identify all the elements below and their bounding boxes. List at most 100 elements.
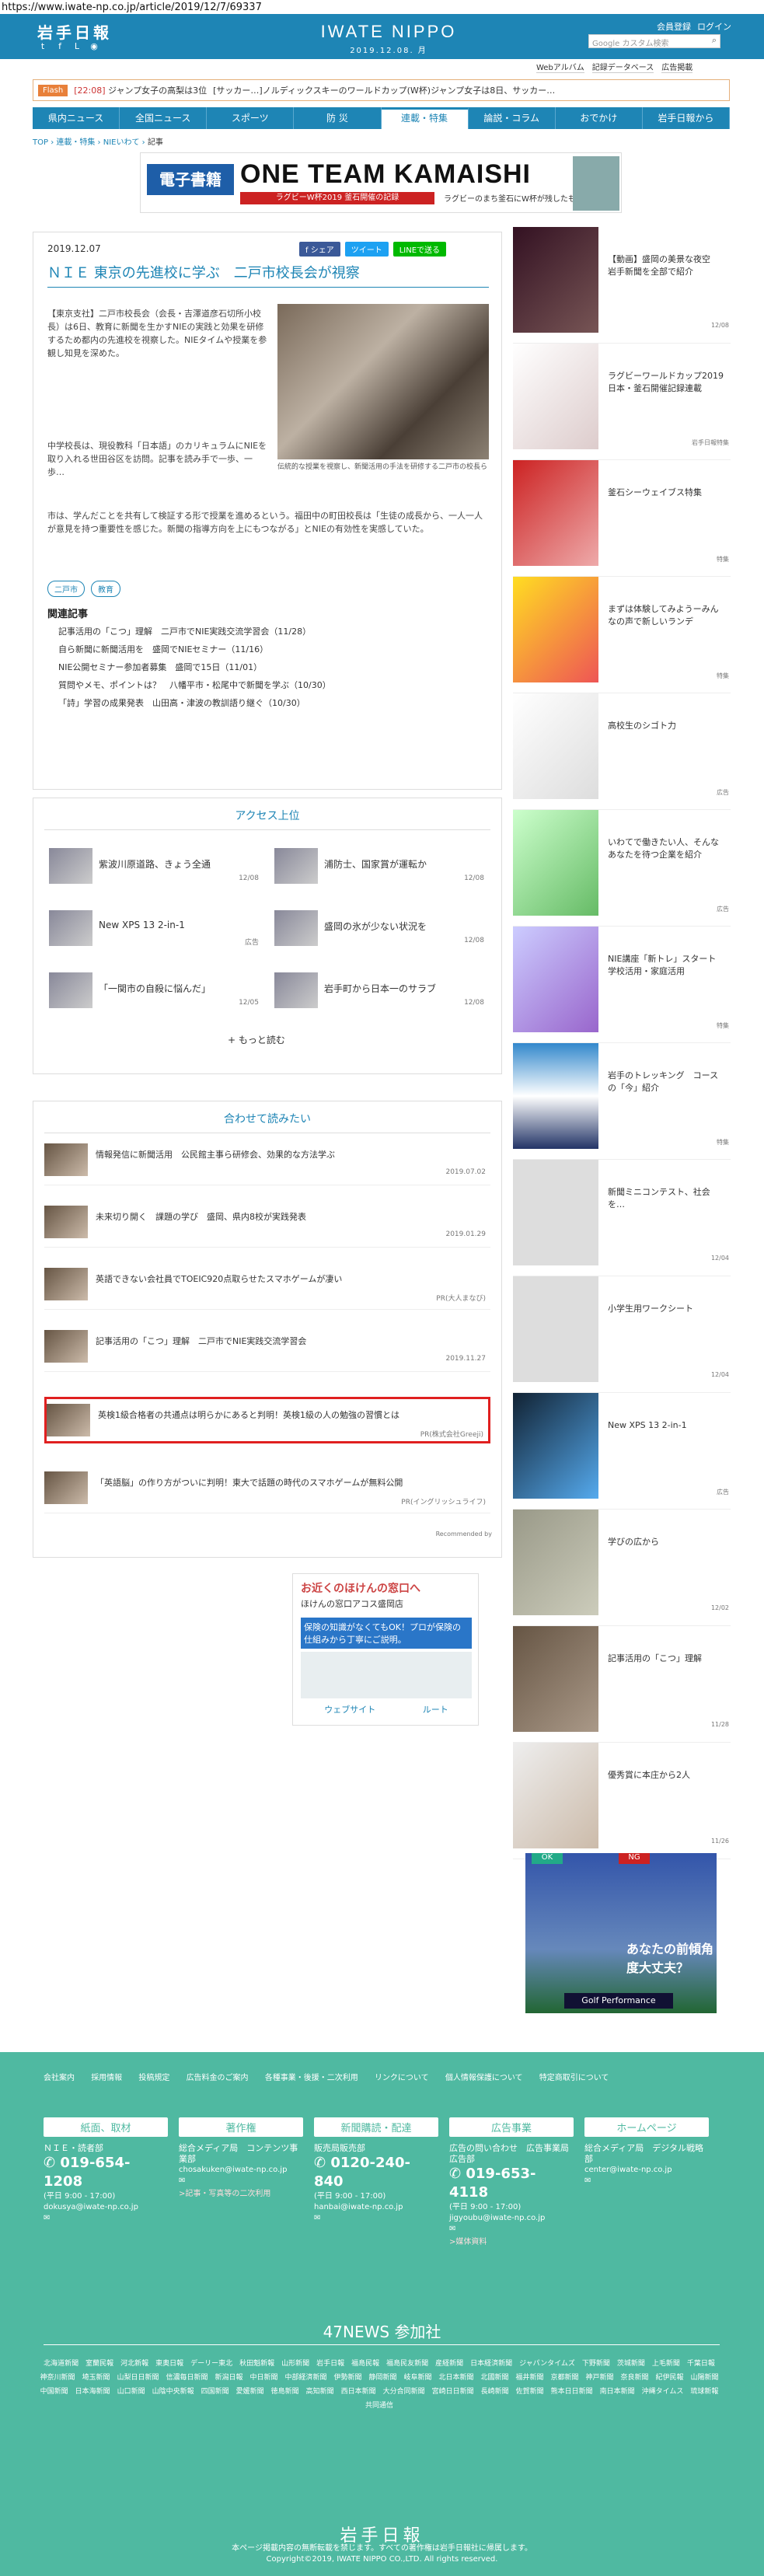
ranking-item[interactable]: 浦防士、国家賞が運転か 12/08 xyxy=(274,848,484,890)
ranking-item[interactable]: 盛岡の氷が少ない状況を 12/08 xyxy=(274,910,484,952)
facebook-icon[interactable]: f xyxy=(54,42,65,51)
search-icon[interactable]: ⌕ xyxy=(709,35,720,46)
ad-website-button[interactable]: ウェブサイト xyxy=(324,1703,375,1716)
mail-icon[interactable]: ✉ xyxy=(179,2176,303,2187)
sidebar-item[interactable]: 小学生用ワークシート 12/04 xyxy=(513,1276,731,1393)
sidebar-item[interactable]: 【動画】盛岡の美景な夜空 岩手新聞を全部で紹介 12/08 xyxy=(513,227,731,344)
breadcrumb-features[interactable]: 連載・特集 xyxy=(56,138,95,147)
nav-item-features[interactable]: 連載・特集 xyxy=(381,107,469,129)
mail-icon[interactable]: ✉ xyxy=(584,2176,709,2187)
read-item[interactable]: 未来切り開く 課題の学び 盛岡、県内8校が実践発表 2019.01.29 xyxy=(44,1201,490,1248)
twitter-icon[interactable]: t xyxy=(37,42,48,51)
breadcrumb-top[interactable]: TOP xyxy=(33,138,48,147)
footer-link[interactable]: 採用情報 xyxy=(91,2074,122,2082)
tag[interactable]: 二戸市 xyxy=(47,581,85,597)
read-item[interactable]: 記事活用の「こつ」理解 二戸市でNIE実践交流学習会 2019.11.27 xyxy=(44,1325,490,1372)
site-logo[interactable]: 岩手日報 xyxy=(37,20,112,43)
sidebar-item[interactable]: まずは体験してみようーみんなの声で新しいランデ 特集 xyxy=(513,577,731,693)
sidebar-thumb xyxy=(513,1626,598,1732)
tag[interactable]: 教育 xyxy=(91,581,120,597)
related-item[interactable]: 自ら新聞に新聞活用を 盛岡でNIEセミナー（11/16） xyxy=(47,641,489,658)
nav-item-from-nippo[interactable]: 岩手日報から xyxy=(643,107,730,129)
read-item-highlighted[interactable]: 英検1級合格者の共通点は明らかにあると判明！英検1級の人の勉強の習慣とは PR(… xyxy=(44,1397,490,1443)
mail-icon[interactable]: ✉ xyxy=(449,2224,574,2235)
address-bar[interactable]: https://www.iwate-np.co.jp/article/2019/… xyxy=(0,0,764,14)
footer-sublink[interactable]: >媒体資料 xyxy=(449,2235,574,2246)
ranking-item[interactable]: 岩手町から日本一のサラブ 12/08 xyxy=(274,972,484,1014)
article-photo[interactable] xyxy=(277,304,489,459)
footer-phone[interactable]: ✆ 019-653-4118 xyxy=(449,2165,574,2202)
sidebar-item[interactable]: 高校生のシゴト力 広告 xyxy=(513,693,731,810)
sidebar-item[interactable]: ラグビーワールドカップ2019日本・釜石開催記録連載 岩手日報特集 xyxy=(513,344,731,460)
sidebar-item[interactable]: 釜石シーウェイブス特集 特集 xyxy=(513,460,731,577)
sidebar-item[interactable]: NIE講座「新トレ」スタート 学校活用・家庭活用 特集 xyxy=(513,927,731,1043)
sidebar-item[interactable]: 学びの広から 12/02 xyxy=(513,1510,731,1626)
nav-item-national[interactable]: 全国ニュース xyxy=(120,107,208,129)
sidebar-item[interactable]: 新聞ミニコンテスト、社会を… 12/04 xyxy=(513,1160,731,1276)
sidebar-item[interactable]: 記事活用の「こつ」理解 11/28 xyxy=(513,1626,731,1743)
flash-item[interactable]: [22:08] ジャンプ女子の高梨は3位 xyxy=(74,84,207,96)
sidebar-item[interactable]: New XPS 13 2-in-1 広告 xyxy=(513,1393,731,1510)
related-item[interactable]: 「詩」学習の成果発表 山田高・津波の教訓語り継ぐ（10/30） xyxy=(47,694,489,712)
related-item[interactable]: NIE公開セミナー参加者募集 盛岡で15日（11/01） xyxy=(47,658,489,676)
tweet-button[interactable]: ツイート xyxy=(344,242,389,257)
ranking-item[interactable]: New XPS 13 2-in-1 広告 xyxy=(49,910,259,952)
sidebar-item[interactable]: 優秀賞に本庄から2人 11/26 xyxy=(513,1743,731,1859)
facebook-share-button[interactable]: f シェア xyxy=(299,242,340,257)
main-nav: 県内ニュース 全国ニュース スポーツ 防 災 連載・特集 論説・コラム おでかけ… xyxy=(33,107,730,129)
nav-item-column[interactable]: 論説・コラム xyxy=(469,107,556,129)
ranking-item[interactable]: 「一関市の自殺に悩んだ」 12/05 xyxy=(49,972,259,1014)
sidebar-date: 12/08 xyxy=(710,322,729,329)
nav-item-disaster[interactable]: 防 災 xyxy=(294,107,382,129)
line-icon[interactable]: L xyxy=(72,42,82,51)
read-item[interactable]: 情報発信に新聞活用 公民館主事ら研修会、効果的な方法学ぶ 2019.07.02 xyxy=(44,1139,490,1185)
sidebar-item[interactable]: 岩手のトレッキング コースの「今」紹介 特集 xyxy=(513,1043,731,1160)
register-link[interactable]: 会員登録 xyxy=(657,20,691,33)
nav-item-outing[interactable]: おでかけ xyxy=(556,107,643,129)
insurance-ad[interactable]: お近くのほけんの窓口へ ほけんの窓口アコス盛岡店 保険の知識がなくてもOK！プロ… xyxy=(292,1573,479,1726)
footer-link[interactable]: 特定商取引について xyxy=(539,2074,609,2082)
golf-ad[interactable]: OK NG あなたの前傾角度大丈夫？ Golf Performance xyxy=(525,1853,717,2013)
footer-link[interactable]: 投稿規定 xyxy=(138,2074,169,2082)
footer-link[interactable]: 個人情報保護について xyxy=(445,2074,523,2082)
footer-mail[interactable]: center@iwate-np.co.jp xyxy=(584,2165,709,2176)
read-item[interactable]: 「英語脳」の作り方がついに判明！東大で話題の時代のスマホゲームが無料公開 PR(… xyxy=(44,1467,490,1513)
footer-mail[interactable]: hanbai@iwate-np.co.jp xyxy=(314,2202,438,2213)
login-link[interactable]: ログイン xyxy=(697,20,731,33)
powered-by[interactable]: Recommended by xyxy=(436,1531,492,1538)
mail-icon[interactable]: ✉ xyxy=(314,2213,438,2224)
footer-col-ads: 広告事業 広告の問い合わせ 広告事業局広告部 ✆ 019-653-4118 (平… xyxy=(449,2117,574,2246)
sidebar-item[interactable]: いわてで働きたい人、そんなあなたを待つ企業を紹介 広告 xyxy=(513,810,731,927)
footer-phone[interactable]: ✆ 019-654-1208 xyxy=(44,2154,168,2191)
footer-link[interactable]: 広告料金のご案内 xyxy=(187,2074,249,2082)
sub-link-ads[interactable]: 広告掲載 xyxy=(661,61,693,73)
ad-map[interactable] xyxy=(301,1652,472,1698)
footer-link[interactable]: リンクについて xyxy=(375,2074,429,2082)
flash-item[interactable]: [サッカー…]ノルディックスキーのワールドカップ(W杯)ジャンプ女子は8日、サッ… xyxy=(213,84,555,96)
nav-item-sports[interactable]: スポーツ xyxy=(207,107,295,129)
footer-mail[interactable]: chosakuken@iwate-np.co.jp xyxy=(179,2165,303,2176)
ranking-item[interactable]: 紫波川原道路、きょう全通 12/08 xyxy=(49,848,259,890)
related-item[interactable]: 質問やメモ、ポイントは？ 八幡平市・松尾中で新聞を学ぶ（10/30） xyxy=(47,676,489,694)
breadcrumb-nie[interactable]: NIEいわて xyxy=(103,138,140,147)
footer-link[interactable]: 会社案内 xyxy=(44,2074,75,2082)
footer-link[interactable]: 各種事業・後援・二次利用 xyxy=(265,2074,358,2082)
ebook-banner[interactable]: 電子書籍 ONE TEAM KAMAISHI ラグビーW杯2019 釜石開催の記… xyxy=(140,152,622,213)
footer-mail[interactable]: jigyoubu@iwate-np.co.jp xyxy=(449,2213,574,2224)
footer-sublink[interactable]: >記事・写真等の二次利用 xyxy=(179,2187,303,2198)
sub-link-album[interactable]: Webアルバム xyxy=(536,61,584,73)
rss-icon[interactable]: ◉ xyxy=(89,42,99,51)
sub-link-database[interactable]: 記録データベース xyxy=(591,61,654,73)
line-share-button[interactable]: LINEで送る xyxy=(392,242,447,257)
mail-icon[interactable]: ✉ xyxy=(44,2213,168,2224)
read-item[interactable]: 英語できない会社員でTOEIC920点取らせたスマホゲームが凄い PR(大人まな… xyxy=(44,1263,490,1310)
search-input[interactable]: Google カスタム検索 xyxy=(588,34,720,48)
ad-route-button[interactable]: ルート xyxy=(423,1703,448,1716)
footer-phone[interactable]: ✆ 0120-240-840 xyxy=(314,2154,438,2191)
ad-ng-label: NG xyxy=(619,1853,650,1864)
related-item[interactable]: 記事活用の「こつ」理解 二戸市でNIE実践交流学習会（11/28） xyxy=(47,623,489,641)
more-button[interactable]: + もっと読む xyxy=(228,1033,285,1046)
footer-mail[interactable]: dokusya@iwate-np.co.jp xyxy=(44,2202,168,2213)
site-title[interactable]: IWATE NIPPO 2019.12.08. 月 xyxy=(303,22,474,55)
nav-item-local[interactable]: 県内ニュース xyxy=(33,107,120,129)
